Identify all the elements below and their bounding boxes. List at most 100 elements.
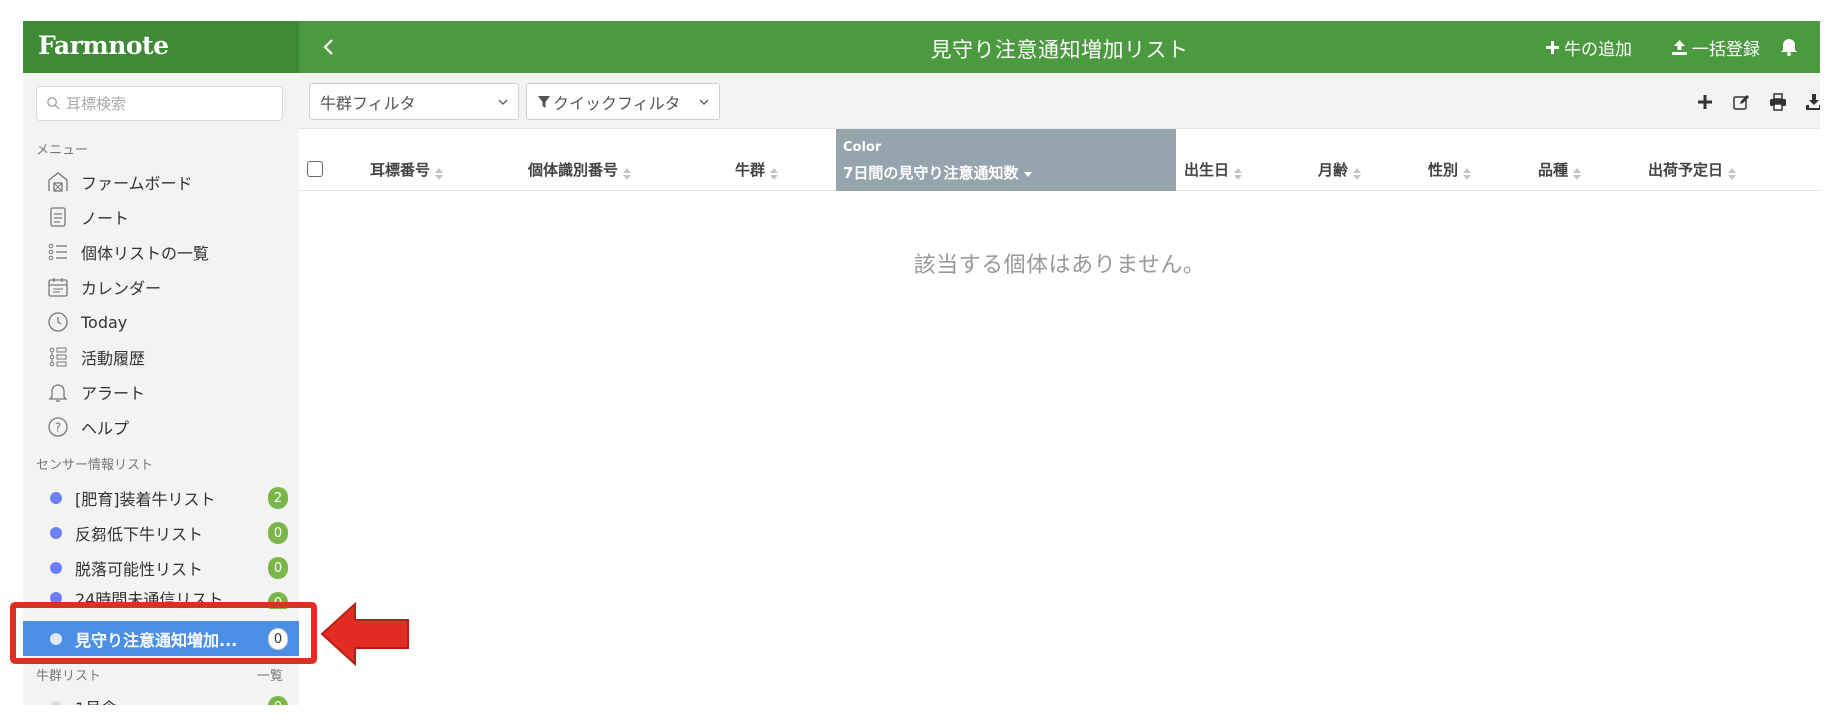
column-header-sex[interactable]: 性別 xyxy=(1428,129,1472,191)
column-label: 耳標番号 xyxy=(370,161,431,179)
sensor-list-label: [肥育]装着牛リスト xyxy=(75,490,216,509)
bulk-register-button[interactable]: 一括登録 xyxy=(1671,35,1760,60)
sensor-list-item-active[interactable]: 見守り注意通知増加... 0 xyxy=(23,621,299,656)
add-cow-label: 牛の追加 xyxy=(1564,40,1632,60)
list-dot xyxy=(50,527,62,539)
bell-icon xyxy=(45,379,71,405)
filter-icon xyxy=(538,95,550,108)
upload-icon xyxy=(1672,40,1687,55)
count-badge: 0 xyxy=(268,557,288,579)
group-lists-heading: 牛群リスト xyxy=(36,669,102,684)
menu-item-cow-lists[interactable]: 個体リストの一覧 xyxy=(45,237,285,267)
ear-tag-search-input[interactable] xyxy=(66,87,276,120)
sensor-lists-heading: センサー情報リスト xyxy=(36,458,154,473)
list-dot xyxy=(50,701,62,705)
herd-filter-select[interactable]: 牛群フィルタ xyxy=(309,83,519,120)
column-header-ear-tag[interactable]: 耳標番号 xyxy=(370,129,444,191)
svg-text:?: ? xyxy=(55,421,61,435)
select-all-checkbox[interactable] xyxy=(307,161,323,177)
help-icon: ? xyxy=(45,414,71,440)
menu-heading: メニュー xyxy=(36,143,89,158)
column-label: 7日間の見守り注意通知数 xyxy=(843,162,1033,183)
sort-icon xyxy=(1234,168,1243,180)
table-header: 耳標番号 個体識別番号 牛群 Color 7日間の見守り注意通知数 出生日 月齢… xyxy=(299,129,1820,191)
sensor-list-label: 24時間未通信リスト xyxy=(75,590,224,609)
menu-item-label: 個体リストの一覧 xyxy=(81,244,210,263)
count-badge: 0 xyxy=(268,522,288,544)
sensor-list-item[interactable]: 反芻低下牛リスト 0 xyxy=(23,517,299,549)
bell-icon xyxy=(1781,39,1797,56)
group-list-label: 1号舎 xyxy=(75,695,255,705)
quick-filter-label: クイックフィルタ xyxy=(553,93,681,113)
menu-item-label: ヘルプ xyxy=(81,419,130,438)
menu-item-farm-board[interactable]: ファームボード xyxy=(45,167,285,197)
list-dot xyxy=(50,492,62,504)
edit-icon[interactable] xyxy=(1732,93,1750,111)
column-header-watch-notifications[interactable]: Color 7日間の見守り注意通知数 xyxy=(836,129,1176,191)
sensor-list-item[interactable]: 脱落可能性リスト 0 xyxy=(23,552,299,584)
column-label: 出生日 xyxy=(1184,161,1230,179)
chevron-down-icon xyxy=(699,99,709,106)
column-header-herd[interactable]: 牛群 xyxy=(735,129,779,191)
sort-icon xyxy=(1353,168,1362,180)
notifications-button[interactable] xyxy=(1780,36,1802,56)
sensor-list-label: 反芻低下牛リスト xyxy=(75,525,204,544)
add-cow-button[interactable]: 牛の追加 xyxy=(1545,35,1632,60)
app-window: Farmnote メニュー ファームボード ノート 個体リストの一覧 カレンダー… xyxy=(23,21,1820,705)
column-label: 月齢 xyxy=(1318,161,1349,179)
herd-filter-label: 牛群フィルタ xyxy=(320,93,416,113)
list-icon xyxy=(45,239,71,265)
menu-item-label: ファームボード xyxy=(81,174,193,193)
menu-item-note[interactable]: ノート xyxy=(45,202,285,232)
column-label: 品種 xyxy=(1538,161,1569,179)
logo[interactable]: Farmnote xyxy=(38,31,169,60)
column-header-breed[interactable]: 品種 xyxy=(1538,129,1582,191)
menu-item-help[interactable]: ? ヘルプ xyxy=(45,412,285,442)
column-header-age-months[interactable]: 月齢 xyxy=(1318,129,1362,191)
bulk-register-label: 一括登録 xyxy=(1692,40,1760,60)
list-dot xyxy=(50,632,62,645)
sensor-list-label: 脱落可能性リスト xyxy=(75,560,204,579)
sort-icon xyxy=(770,168,779,180)
column-label: 出荷予定日 xyxy=(1648,161,1724,179)
sensor-list-item[interactable]: 24時間未通信リスト 0 xyxy=(23,587,299,609)
menu-item-today[interactable]: Today xyxy=(45,307,285,337)
sort-icon xyxy=(1573,168,1582,180)
menu-item-activity-history[interactable]: 活動履歴 xyxy=(45,342,285,372)
clock-icon xyxy=(45,309,71,335)
search-box[interactable] xyxy=(36,86,283,121)
menu-item-label: カレンダー xyxy=(81,279,162,298)
sort-icon xyxy=(1728,168,1737,180)
quick-filter-select[interactable]: クイックフィルタ xyxy=(526,83,720,120)
count-badge: 2 xyxy=(268,487,288,509)
header: 見守り注意通知増加リスト 牛の追加 一括登録 xyxy=(299,21,1820,73)
group-list-item[interactable]: 1号舎 0 xyxy=(23,691,299,705)
plus-icon[interactable] xyxy=(1696,93,1714,111)
notebook-icon xyxy=(45,204,71,230)
menu-item-calendar[interactable]: カレンダー xyxy=(45,272,285,302)
download-icon[interactable] xyxy=(1805,93,1820,111)
count-badge: 0 xyxy=(268,628,288,650)
toolbar: 牛群フィルタ クイックフィルタ xyxy=(299,73,1820,129)
sensor-list-label: 見守り注意通知増加... xyxy=(75,630,238,650)
column-header-individual-id[interactable]: 個体識別番号 xyxy=(528,129,632,191)
calendar-icon xyxy=(45,274,71,300)
plus-icon xyxy=(1546,41,1559,54)
group-all-link[interactable]: 一覧 xyxy=(257,665,283,684)
red-arrow-icon xyxy=(320,601,409,667)
column-label: 個体識別番号 xyxy=(528,161,619,179)
sensor-list-item[interactable]: [肥育]装着牛リスト 2 xyxy=(23,482,299,514)
count-badge: 0 xyxy=(268,592,288,609)
column-header-shipping-date[interactable]: 出荷予定日 xyxy=(1648,129,1737,191)
sort-icon xyxy=(1463,168,1472,180)
menu-item-label: 活動履歴 xyxy=(81,349,146,368)
history-icon xyxy=(45,344,71,370)
print-icon[interactable] xyxy=(1769,93,1787,111)
column-label: 性別 xyxy=(1428,161,1459,179)
chevron-down-icon xyxy=(498,99,508,106)
column-header-birth-date[interactable]: 出生日 xyxy=(1184,129,1243,191)
menu-item-alert[interactable]: アラート xyxy=(45,377,285,407)
menu-item-label: Today xyxy=(81,312,128,332)
sidebar: Farmnote メニュー ファームボード ノート 個体リストの一覧 カレンダー… xyxy=(23,21,299,705)
list-dot xyxy=(50,592,62,604)
